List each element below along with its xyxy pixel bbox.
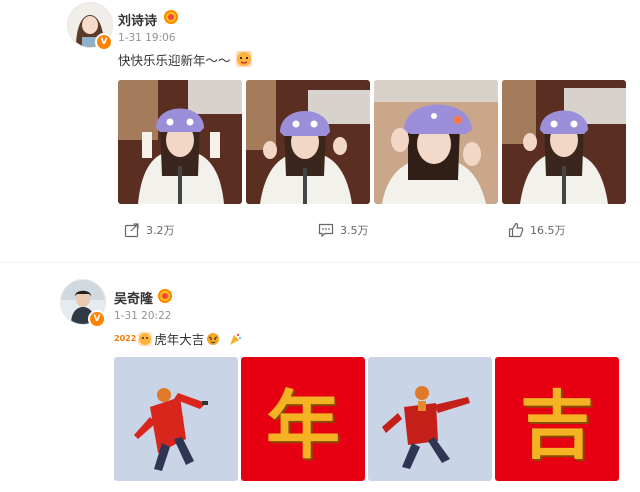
like-button[interactable]: 16.5万	[508, 222, 566, 238]
tiger-sticker-icon	[138, 331, 153, 346]
comment-button[interactable]: 3.5万	[318, 222, 369, 238]
post-time[interactable]: 1-31 19:06	[118, 32, 175, 44]
celebration-icon	[228, 332, 242, 346]
tile-character: 吉	[520, 382, 594, 469]
comment-icon	[318, 223, 334, 238]
new-year-tile[interactable]: 年	[241, 357, 365, 481]
post-image[interactable]	[118, 80, 242, 204]
repost-icon	[124, 223, 139, 238]
tiger-emoji-icon	[236, 51, 252, 67]
username[interactable]: 刘诗诗	[118, 10, 157, 29]
tile-character: 年	[266, 382, 340, 469]
post-text: 虎年大吉	[154, 332, 205, 347]
username[interactable]: 吴奇隆	[114, 288, 153, 307]
post-card: V 吴奇隆 1-31 20:22 2022 虎年大吉 年 吉	[0, 262, 640, 492]
member-level-icon	[164, 10, 178, 24]
repost-count: 3.2万	[146, 224, 175, 237]
verified-badge-icon: V	[95, 33, 113, 51]
post-text: 快快乐乐迎新年～～	[118, 53, 231, 68]
comment-count: 3.5万	[340, 224, 369, 237]
verified-badge-icon: V	[88, 310, 106, 328]
post-image[interactable]	[114, 357, 238, 481]
post-image[interactable]	[368, 357, 492, 481]
post-time[interactable]: 1-31 20:22	[114, 310, 171, 322]
member-level-icon	[158, 289, 172, 303]
repost-button[interactable]: 3.2万	[124, 222, 175, 238]
post-image[interactable]	[502, 80, 626, 204]
year-badge: 2022	[114, 334, 137, 343]
thumbs-up-icon	[508, 222, 524, 238]
post-image[interactable]	[246, 80, 370, 204]
post-card: V 刘诗诗 1-31 19:06 快快乐乐迎新年～～ 3.2万 3.5万 16.…	[0, 0, 640, 252]
like-count: 16.5万	[530, 224, 566, 237]
post-image[interactable]	[374, 80, 498, 204]
tiger-face-icon	[206, 332, 220, 346]
post-text-line: 2022 虎年大吉	[114, 329, 242, 348]
good-luck-tile[interactable]: 吉	[495, 357, 619, 481]
